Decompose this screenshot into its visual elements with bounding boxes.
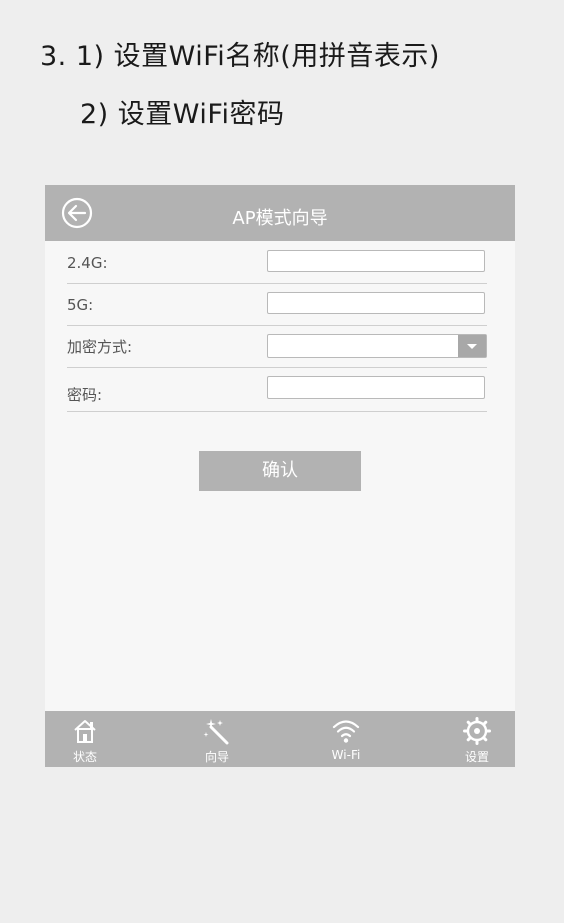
nav-label-settings: 设置 — [464, 750, 489, 764]
gear-icon — [463, 717, 491, 745]
ap-wizard-screen: AP模式向导 2.4G: 5G: 加密方式: 密码: 确认 状态 向导 Wi-F… — [45, 185, 515, 767]
nav-item-status[interactable]: 状态 — [45, 711, 125, 767]
instruction-line-1: 3. 1) 设置WiFi名称(用拼音表示) — [40, 41, 440, 72]
label-2g: 2.4G: — [67, 254, 108, 272]
password-input[interactable] — [267, 376, 485, 399]
nav-label-wifi: Wi-Fi — [331, 748, 361, 762]
home-icon — [74, 720, 96, 743]
label-5g: 5G: — [67, 296, 94, 314]
nav-item-wizard[interactable]: 向导 — [177, 711, 257, 767]
encryption-select[interactable] — [267, 334, 487, 358]
nav-label-wizard: 向导 — [204, 750, 229, 764]
page-title: AP模式向导 — [232, 208, 328, 229]
form-row-5g: 5G: — [67, 283, 487, 326]
confirm-button[interactable]: 确认 — [199, 451, 361, 491]
bottom-nav: 状态 向导 Wi-Fi 设置 — [45, 711, 515, 767]
form-row-encryption: 加密方式: — [67, 325, 487, 368]
nav-item-settings[interactable]: 设置 — [437, 711, 517, 767]
ssid-5g-input[interactable] — [267, 292, 485, 314]
form-row-password: 密码: — [67, 367, 487, 412]
instruction-line-2: 2) 设置WiFi密码 — [80, 99, 285, 130]
label-password: 密码: — [67, 386, 103, 404]
chevron-down-icon[interactable] — [458, 335, 486, 357]
nav-label-status: 状态 — [72, 750, 97, 764]
label-encryption: 加密方式: — [67, 338, 133, 356]
nav-item-wifi[interactable]: Wi-Fi — [306, 711, 386, 767]
form-row-2g: 2.4G: — [67, 241, 487, 284]
magic-wand-icon — [203, 719, 229, 745]
ssid-2g-input[interactable] — [267, 250, 485, 272]
wifi-icon — [332, 720, 360, 743]
top-bar: AP模式向导 — [45, 185, 515, 241]
